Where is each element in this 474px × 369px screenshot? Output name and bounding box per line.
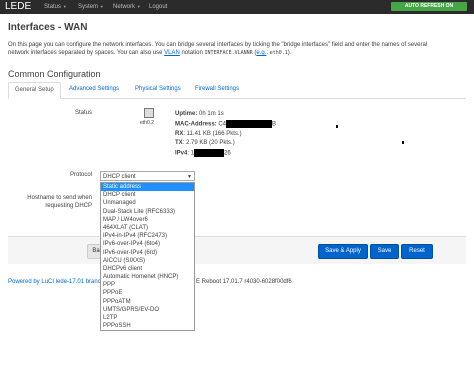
protocol-select[interactable]: DHCP client ▼ [100,171,195,181]
protocol-option[interactable]: MAP / LW4over6 [101,216,194,224]
tab-physical-settings[interactable]: Physical Settings [129,82,187,97]
status-label: Status [74,110,92,116]
protocol-option[interactable]: PPPoE [101,289,194,297]
nav-system-label: System [78,4,99,10]
uptime-value: 0h 1m 1s [199,111,224,117]
ipv4-value-end: 26 [224,150,231,157]
protocol-option[interactable]: DHCPv6 client [101,265,194,273]
protocol-option[interactable]: PPPoATM [101,298,194,306]
vlan-abbr: VLAN [164,50,180,56]
rx-value: : 11.41 KB (166 Pkts.) [183,130,242,137]
protocol-label: Protocol [69,172,92,178]
luci-footer-link[interactable]: Powered by LuCI lede-17.01 branc [8,279,101,285]
redaction-block [226,119,273,128]
desc-text-1: On this page you can configure the netwo… [8,42,428,48]
chevron-down-icon: ▼ [62,4,67,9]
code-eth0-1: eth0.1 [269,50,288,56]
protocol-option[interactable]: DHCP client [101,191,194,199]
ethernet-port-icon [144,108,154,118]
save-apply-button[interactable]: Save & Apply [318,244,368,259]
protocol-option[interactable]: Dual-Stack Lite (RFC6333) [101,208,194,216]
nav-logout-link[interactable]: Logout [149,3,167,11]
top-navbar: LEDE Status ▼ System ▼ Network ▼ Logout … [0,0,474,14]
protocol-option[interactable]: 464XLAT (CLAT) [101,224,194,232]
desc-text-2a: network interfaces separated by spaces. … [8,50,165,56]
nav-network-menu[interactable]: Network ▼ [113,3,141,11]
protocol-dropdown-list: Static address DHCP client Unmanaged Dua… [100,182,195,332]
chevron-down-icon: ▼ [187,174,192,180]
protocol-option[interactable]: Unmanaged [101,199,194,207]
hostname-label-line2: requesting DHCP [45,203,92,209]
protocol-option[interactable]: IPv6-over-IPv4 (6rd) [101,249,194,257]
chevron-down-icon: ▼ [99,4,104,9]
page-title: Interfaces - WAN [8,22,88,33]
form-actions-bar: Back Save & Apply Save Reset [8,236,466,264]
footer: Powered by LuCI lede-17.01 branc E Reboo… [8,279,292,285]
protocol-option[interactable]: IPv4-in-IPv4 (RFC2473) [101,232,194,240]
protocol-option[interactable]: AICCU (SIXXS) [101,257,194,265]
status-values: Uptime: 0h 1m 1s MAC-Address: C4 B RX: 11… [175,110,276,159]
redaction-mark [336,125,338,128]
config-tabs: General Setup Advanced Settings Physical… [8,82,466,99]
tab-firewall-settings[interactable]: Firewall Settings [189,82,245,97]
nav-status-menu[interactable]: Status ▼ [44,3,67,11]
code-interface-vlannr: INTERFACE.VLANNR [204,50,253,56]
protocol-selected-value: DHCP client [103,174,136,180]
protocol-option[interactable]: IPv6-over-IPv4 (6to4) [101,240,194,248]
page-description: On this page you can configure the netwo… [8,41,468,57]
brand-logo[interactable]: LEDE [5,1,31,13]
reset-button[interactable]: Reset [401,244,433,259]
rx-row: RX: 11.41 KB (166 Pkts.) [175,130,276,140]
protocol-option[interactable]: L2TP [101,314,194,322]
nav-system-menu[interactable]: System ▼ [78,3,104,11]
ipv4-row: IPv4: 1 26 [175,148,276,159]
footer-version: E Reboot 17.01.7 r4030-6028f00df6 [196,279,292,285]
tab-general-setup[interactable]: General Setup [8,82,61,99]
protocol-option[interactable]: PPP [101,281,194,289]
hostname-label-line1: Hostname to send when [27,195,92,201]
tx-key: TX [175,140,183,147]
protocol-option[interactable]: UMTS/GPRS/EV-DO [101,306,194,314]
hostname-label: Hostname to send when requesting DHCP [8,194,92,210]
uptime-key: Uptime: [175,111,198,117]
tx-row: TX: 2.79 KB (20 Pkts.) [175,139,276,149]
auto-refresh-toggle[interactable]: AUTO REFRESH ON [391,2,467,11]
uptime-row: Uptime: 0h 1m 1s [175,110,276,120]
mac-row: MAC-Address: C4 B [175,119,277,130]
mac-key: MAC-Address: [175,121,217,128]
save-button[interactable]: Save [370,244,399,259]
mac-value-end: B [272,121,277,128]
chevron-down-icon: ▼ [136,4,141,9]
ipv4-value-start: : 1 [187,150,195,157]
redaction-mark [402,141,404,144]
nav-network-label: Network [113,4,136,10]
desc-text-2b: notation [179,50,205,56]
ipv4-key: IPv4 [175,150,188,157]
tx-value: : 2.79 KB (20 Pkts.) [182,140,235,147]
section-title: Common Configuration [8,69,101,79]
tab-advanced-settings[interactable]: Advanced Settings [63,82,125,97]
mac-value-start: C4 [218,121,227,128]
protocol-option[interactable]: Static address [101,183,194,192]
protocol-option[interactable]: Automatic Homenet (HNCP) [101,273,194,281]
interface-name: eth0.2 [140,120,154,126]
desc-text-2e: ). [287,50,292,56]
nav-status-label: Status [44,4,62,10]
redaction-block [194,148,225,157]
protocol-option[interactable]: PPPoSSH [101,322,194,330]
eg-abbr: e.g. [256,50,267,56]
